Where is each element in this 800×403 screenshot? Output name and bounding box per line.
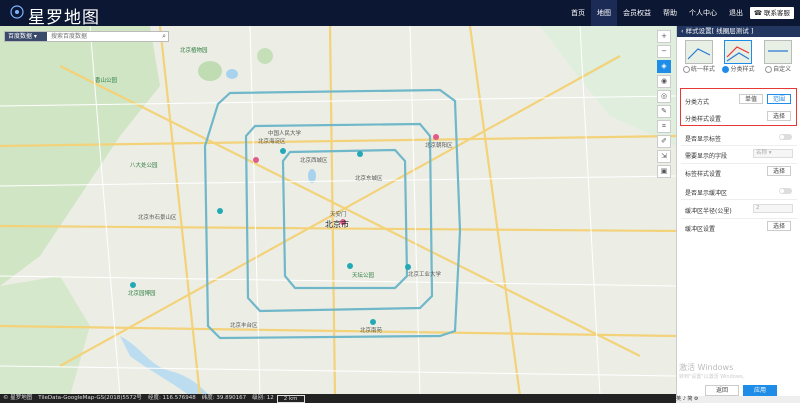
- tiledata-text: TileData-GoogleMap-GS(2018)5572号: [38, 395, 142, 401]
- classify-style-select-button[interactable]: 选择: [767, 111, 791, 121]
- app-title: 星罗地图: [28, 8, 100, 28]
- lake: [226, 69, 238, 79]
- style-classified[interactable]: 分类样式: [721, 40, 755, 73]
- map-label: 中国人民大学: [268, 131, 302, 137]
- search-bar: 百度数据 ▾ ⌕: [4, 31, 169, 42]
- eye-icon[interactable]: ◎: [657, 90, 671, 103]
- taskbar-tray[interactable]: 英 ♪ 简 ⚙: [676, 396, 800, 403]
- logo-icon: [10, 5, 24, 19]
- map-label: 北京西城区: [300, 158, 328, 164]
- map-label: 北京市石景山区: [138, 215, 177, 221]
- classify-single-button[interactable]: 单值: [739, 94, 763, 104]
- radio-icon: [722, 66, 730, 73]
- classify-range-button[interactable]: 范围: [767, 94, 791, 104]
- crop-icon[interactable]: ⌗: [657, 120, 671, 133]
- map-label: 北京东城区: [355, 176, 383, 182]
- nav-map[interactable]: 地图: [591, 0, 617, 26]
- style-custom-thumb: [764, 40, 793, 64]
- label-style-select-button[interactable]: 选择: [767, 166, 791, 176]
- park-area: [257, 48, 273, 64]
- search-input[interactable]: [51, 32, 151, 41]
- map-label-city: 北京市: [325, 220, 349, 229]
- scale-bar: 2 km: [276, 395, 305, 403]
- map-label: 北京朝阳区: [425, 143, 453, 149]
- latitude-readout: 纬度: 39.890167: [201, 395, 247, 401]
- data-source-select[interactable]: 百度数据 ▾: [5, 32, 47, 41]
- zoom-out-button[interactable]: −: [657, 45, 671, 58]
- map-canvas[interactable]: 北京市 北京植物园 香山公园 中国人民大学 北京海淀区 北京西城区 北京东城区 …: [0, 26, 676, 396]
- style-custom[interactable]: 自定义: [761, 40, 795, 73]
- image-icon[interactable]: ▣: [657, 165, 671, 178]
- map-label: 北京园博园: [128, 291, 156, 297]
- measure-icon[interactable]: ✎: [657, 105, 671, 118]
- nav-help[interactable]: 帮助: [657, 0, 683, 26]
- field-select[interactable]: 名称 ▾: [753, 149, 793, 158]
- map-label: 北京丰台区: [230, 323, 258, 329]
- windows-activation-hint: 转到"设置"以激活 Windows。: [679, 374, 748, 380]
- radio-icon: [765, 66, 773, 73]
- longitude-readout: 经度: 116.576948: [147, 395, 196, 401]
- data-source-label: 百度数据: [8, 33, 33, 40]
- nav-home[interactable]: 首页: [565, 0, 591, 26]
- export-icon[interactable]: ⇲: [657, 150, 671, 163]
- divider: [681, 145, 797, 146]
- map-label: 北京南苑: [360, 328, 383, 334]
- apply-button[interactable]: 应用: [743, 385, 777, 396]
- field-select-value: 名称: [756, 150, 768, 156]
- map-label: 香山公园: [95, 78, 118, 84]
- status-bar: © 星罗地图 TileData-GoogleMap-GS(2018)5572号 …: [0, 394, 676, 403]
- label-style-label: 标签样式设置: [685, 171, 722, 178]
- map-label: 北京海淀区: [258, 139, 286, 145]
- field-label: 需要显示的字段: [685, 153, 728, 160]
- draw-icon[interactable]: ✐: [657, 135, 671, 148]
- classify-style-label: 分类样式设置: [685, 116, 722, 123]
- radio-icon: [682, 66, 690, 73]
- classify-label: 分类方式: [685, 99, 710, 106]
- style-uniform[interactable]: 统一样式: [682, 40, 716, 73]
- park-area: [198, 61, 222, 81]
- contact-button[interactable]: ☎ 联系客服: [749, 7, 794, 19]
- buffer-style-label: 缓冲区设置: [685, 226, 716, 233]
- nav-logout[interactable]: 退出: [723, 0, 749, 26]
- map-label: 天坛公园: [352, 273, 375, 279]
- map-label: 天安门: [330, 212, 347, 218]
- show-label-label: 是否显示标签: [685, 136, 722, 143]
- buffer-radius-input[interactable]: 2: [753, 204, 793, 213]
- buffer-radius-label: 缓冲区半径(公里): [685, 208, 732, 215]
- style-classified-label: 分类样式: [730, 66, 755, 73]
- style-uniform-label: 统一样式: [690, 66, 715, 73]
- windows-activation-watermark: 激活 Windows: [679, 363, 734, 372]
- divider: [681, 199, 797, 200]
- style-custom-label: 自定义: [773, 66, 792, 73]
- contact-label: 联系客服: [764, 9, 790, 17]
- zoom-readout: 级别: 12: [252, 395, 274, 401]
- layers-icon[interactable]: ◈: [657, 60, 671, 73]
- map-label: 北京工业大学: [408, 272, 442, 278]
- top-navbar: 星罗地图 首页 地图 会员权益 帮助 个人中心 退出 ☎ 联系客服: [0, 0, 800, 28]
- panel-title: 样式设置[ 线圈层测试 ]: [685, 27, 754, 35]
- cancel-button[interactable]: 返回: [705, 385, 739, 396]
- style-classified-thumb: [724, 40, 753, 64]
- nav-profile[interactable]: 个人中心: [683, 0, 723, 26]
- buffer-label: 是否显示缓冲区: [685, 190, 728, 197]
- buffer-toggle[interactable]: [779, 188, 792, 194]
- buffer-style-select-button[interactable]: 选择: [767, 221, 791, 231]
- zoom-in-button[interactable]: +: [657, 30, 671, 43]
- show-label-toggle[interactable]: [779, 134, 792, 140]
- map-label: 八大处公园: [130, 163, 158, 169]
- search-icon[interactable]: ⌕: [162, 32, 166, 41]
- style-settings-panel: ‹ 样式设置[ 线圈层测试 ] 统一样式 分类样式 自定义 分类方式 单值 范围…: [676, 26, 800, 396]
- copyright-text: © 星罗地图: [3, 395, 33, 401]
- nav-membership[interactable]: 会员权益: [617, 0, 657, 26]
- location-icon[interactable]: ◉: [657, 75, 671, 88]
- divider: [681, 163, 797, 164]
- style-uniform-thumb: [684, 40, 713, 64]
- panel-header[interactable]: ‹ 样式设置[ 线圈层测试 ]: [677, 26, 800, 37]
- divider: [681, 218, 797, 219]
- map-label: 北京植物园: [180, 48, 208, 54]
